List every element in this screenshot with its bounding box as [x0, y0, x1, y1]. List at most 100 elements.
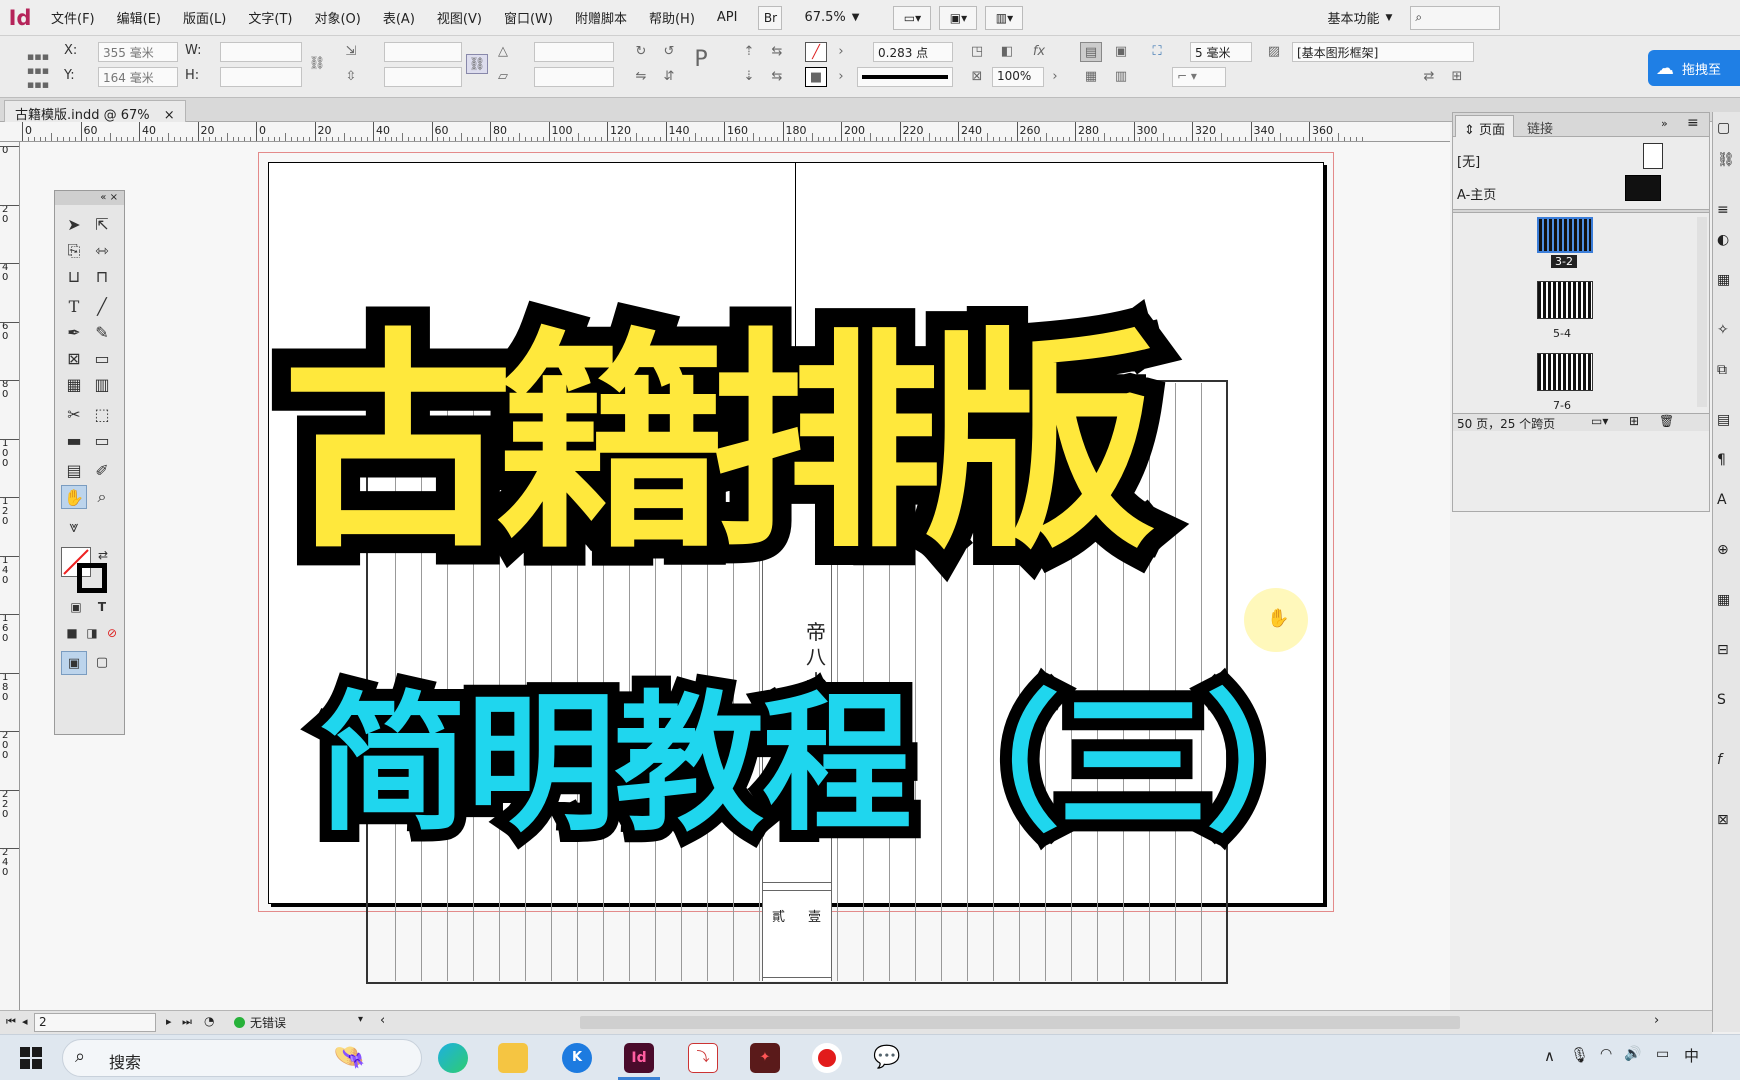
text-wrap-jump-icon[interactable]: ▥ [1110, 67, 1132, 87]
master-none[interactable]: [无] [1457, 151, 1480, 170]
reference-point-icon[interactable]: ▪▪▪ ▪▪▪ ▪▪▪ [25, 50, 51, 91]
wifi-icon[interactable]: ◠ [1600, 1046, 1612, 1062]
menu-help[interactable]: 帮助(H) [638, 8, 706, 27]
view-options-icon[interactable]: ▣▾ [939, 5, 978, 30]
document-tab[interactable]: 古籍模版.indd @ 67% × [4, 100, 186, 123]
menu-layout[interactable]: 版面(L) [172, 8, 237, 27]
spread-thumb-2[interactable] [1537, 281, 1593, 319]
file-explorer-icon[interactable] [498, 1043, 528, 1073]
edge-icon[interactable] [438, 1043, 468, 1073]
pages-scrollbar[interactable] [1697, 217, 1707, 407]
tools-panel-header[interactable]: « × [55, 191, 124, 205]
scroll-right-icon[interactable]: › [1654, 1013, 1659, 1028]
table-dock-icon[interactable]: ▦ [1717, 592, 1730, 608]
rectangle-frame-tool-icon[interactable]: ⊠ [61, 347, 87, 371]
vertical-ruler[interactable]: 0 2 0 4 0 6 0 8 0 1 0 0 1 2 0 1 4 0 1 6 0 1 8 0 2 … [0, 142, 20, 1010]
spread-thumb-1[interactable] [1537, 217, 1593, 253]
menu-file[interactable]: 文件(F) [40, 8, 106, 27]
pdf-icon[interactable]: ⤵ [688, 1043, 718, 1073]
zoom-level[interactable]: 67.5% [804, 10, 845, 25]
table-tool-icon[interactable]: ▦ [61, 373, 87, 397]
fill-menu-icon[interactable]: › [830, 42, 852, 62]
new-page-icon[interactable]: ⊞ [1629, 414, 1639, 428]
rectangle-tool-icon[interactable]: ▭ [89, 347, 115, 371]
constrain-link-icon[interactable]: ⛓ [306, 54, 328, 74]
prev-page-icon[interactable]: ◂ [22, 1015, 28, 1028]
object-style-select[interactable]: [基本图形框架] [1292, 42, 1474, 62]
pages-dock-icon[interactable]: ▢ [1717, 120, 1730, 136]
menu-table[interactable]: 表(A) [372, 8, 426, 27]
collapse-icon[interactable]: « [100, 192, 106, 203]
gap-tool-icon[interactable]: ⇿ [89, 239, 115, 263]
paragraph-dock-icon[interactable]: ¶ [1717, 452, 1726, 468]
windows-start-icon[interactable] [20, 1047, 42, 1069]
selection-tool-icon[interactable]: ➤ [61, 213, 87, 237]
zoom-dropdown-icon[interactable]: ▼ [852, 12, 860, 23]
free-transform-tool-icon[interactable]: ⬚ [89, 403, 115, 427]
zoom-tool-icon[interactable]: ⌕ [89, 485, 115, 509]
menu-scripts[interactable]: 附赠脚本 [564, 8, 638, 27]
first-page-icon[interactable]: ⏮ [6, 1015, 16, 1029]
text-wrap-none-icon[interactable]: ▤ [1080, 42, 1102, 62]
stroke-swatch[interactable]: ■ [805, 67, 827, 87]
preflight-status[interactable]: 无错误 [250, 1014, 286, 1031]
wechat-icon[interactable]: 💬 [872, 1043, 902, 1073]
arrange-docs-icon[interactable]: ▥▾ [985, 5, 1024, 30]
panel-splitter[interactable] [1453, 209, 1709, 213]
shadow-toggle-icon[interactable]: ◧ [996, 42, 1018, 62]
record-icon[interactable] [812, 1043, 842, 1073]
drop-shadow-icon[interactable]: ◳ [966, 42, 988, 62]
screen-mode-icon[interactable]: ▭▾ [893, 5, 932, 30]
stroke-dock-icon[interactable]: ≡ [1717, 202, 1729, 218]
page-size-icon[interactable]: ▭▾ [1591, 414, 1608, 428]
page-tool-icon[interactable]: ⎘ [61, 239, 87, 263]
direct-selection-tool-icon[interactable]: ⇱ [89, 213, 115, 237]
master-none-thumb[interactable] [1643, 143, 1663, 169]
k-app-icon[interactable]: K [562, 1043, 592, 1073]
override-menu-icon[interactable]: ⊞ [1446, 67, 1468, 87]
menu-window[interactable]: 窗口(W) [493, 8, 564, 27]
content-collector-icon[interactable]: ⊔ [61, 265, 87, 289]
corner-shape-select[interactable]: ⌐ ▾ [1172, 67, 1226, 87]
menu-type[interactable]: 文字(T) [237, 8, 303, 27]
horizontal-scrollbar[interactable] [580, 1016, 1460, 1029]
scissors-tool-icon[interactable]: ✂ [61, 403, 87, 427]
workspace-switcher[interactable]: 基本功能 [1327, 8, 1379, 27]
scale-y-field[interactable] [384, 67, 462, 87]
bridge-button[interactable]: Br [758, 5, 783, 30]
constrain-scale-icon[interactable]: ⛓ [466, 54, 488, 74]
workspace-dropdown-icon[interactable]: ▼ [1386, 13, 1393, 23]
x-field[interactable]: 355 毫米 [98, 42, 178, 62]
offset-field[interactable]: 5 毫米 [1190, 42, 1252, 62]
formatting-container-icon[interactable]: ▣ [63, 595, 89, 619]
script-app-icon[interactable]: ✦ [750, 1043, 780, 1073]
character-dock-icon[interactable]: A [1717, 492, 1727, 508]
fill-swatch[interactable]: ╱ [805, 42, 827, 62]
h-field[interactable] [220, 67, 302, 87]
cloud-upload-button[interactable]: ☁ 拖拽至 [1648, 50, 1740, 86]
swatches-dock-icon[interactable]: ▦ [1717, 272, 1730, 288]
collapse-tools-icon[interactable]: ⩔ [61, 515, 87, 539]
preflight-icon[interactable]: ◔ [204, 1014, 214, 1028]
select-container-icon[interactable]: ⇡ [738, 42, 760, 62]
w-field[interactable] [220, 42, 302, 62]
stroke-weight-field[interactable]: 0.283 点 [873, 42, 953, 62]
text-wrap-shape-icon[interactable]: ▦ [1080, 67, 1102, 87]
close-icon[interactable]: × [110, 192, 118, 203]
color-dock-icon[interactable]: ◐ [1717, 232, 1729, 248]
panel-collapse-icon[interactable]: » [1661, 117, 1668, 130]
tab-pages[interactable]: ⇕ 页面 [1455, 115, 1515, 138]
mic-icon[interactable]: 🎙 [1570, 1046, 1589, 1064]
document-tab-close-icon[interactable]: × [164, 108, 175, 123]
line-tool-icon[interactable]: ╱ [89, 295, 115, 319]
tab-links[interactable]: 链接 [1519, 118, 1561, 137]
stroke-color-icon[interactable] [77, 563, 107, 593]
text-wrap-dock-icon[interactable]: ▤ [1717, 412, 1730, 428]
master-a[interactable]: A-主页 [1457, 184, 1496, 203]
select-content-icon[interactable]: ⇣ [738, 67, 760, 87]
fx-icon[interactable]: fx [1028, 42, 1050, 62]
links-dock-icon[interactable]: ⛓ [1717, 152, 1735, 168]
tray-expand-icon[interactable]: ∧ [1544, 1047, 1555, 1065]
hand-tool-icon[interactable]: ✋ [61, 485, 87, 509]
apply-none-icon[interactable]: ⊘ [99, 621, 125, 645]
